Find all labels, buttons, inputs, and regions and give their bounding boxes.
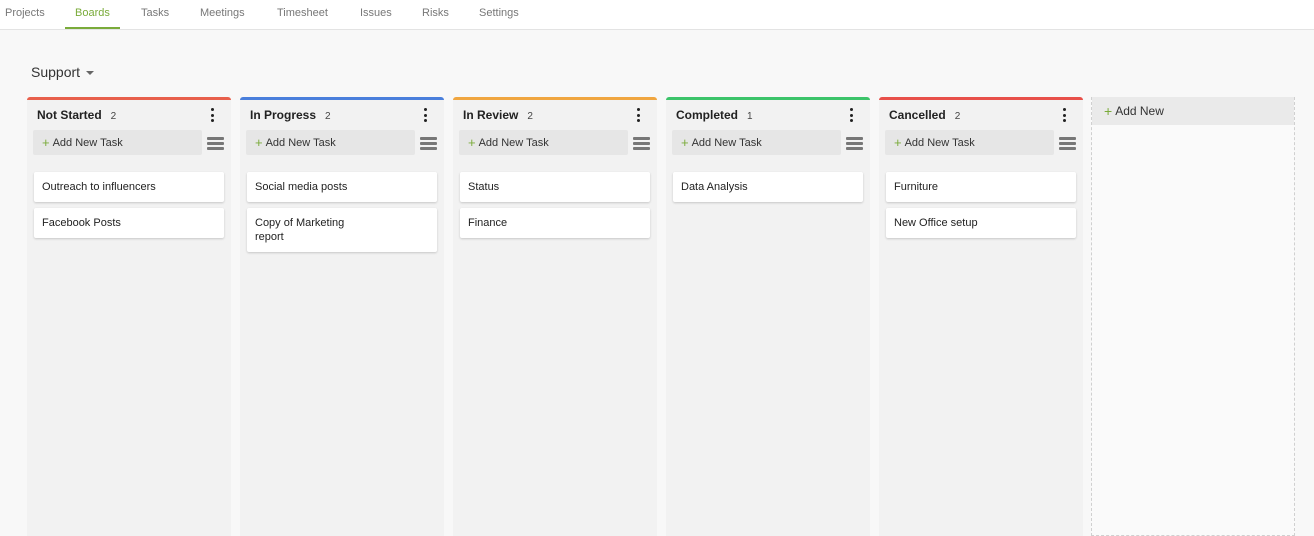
list-view-icon[interactable]: [207, 137, 224, 150]
add-task-button[interactable]: + Add New Task: [33, 130, 202, 155]
plus-icon: +: [42, 135, 50, 150]
top-nav: Projects Boards Tasks Meetings Timesheet…: [0, 0, 1314, 30]
list-view-icon[interactable]: [633, 137, 650, 150]
add-new-column-button[interactable]: + Add New: [1092, 97, 1294, 125]
add-task-button[interactable]: + Add New Task: [459, 130, 628, 155]
task-card[interactable]: Social media posts: [247, 172, 437, 202]
list-view-icon[interactable]: [420, 137, 437, 150]
add-task-button[interactable]: + Add New Task: [885, 130, 1054, 155]
add-task-label: Add New Task: [265, 136, 336, 149]
task-card[interactable]: Facebook Posts: [34, 208, 224, 238]
column-count: 1: [747, 110, 753, 122]
column-title: In Review: [463, 108, 519, 122]
tab-settings[interactable]: Settings: [479, 0, 519, 29]
column-in-progress: In Progress 2 + Add New Task Social medi…: [240, 97, 444, 536]
column-header: Cancelled 2: [889, 106, 1075, 124]
add-task-label: Add New Task: [478, 136, 549, 149]
column-count: 2: [954, 110, 961, 122]
task-card[interactable]: Copy of Marketing report: [247, 208, 437, 252]
add-task-button[interactable]: + Add New Task: [672, 130, 841, 155]
task-card[interactable]: Data Analysis: [673, 172, 863, 202]
column-title: In Progress: [250, 108, 317, 122]
add-task-label: Add New Task: [691, 136, 762, 149]
column-header: In Progress 2: [250, 106, 436, 124]
column-title: Completed: [676, 108, 739, 122]
add-task-button[interactable]: + Add New Task: [246, 130, 415, 155]
tab-boards[interactable]: Boards: [65, 0, 120, 29]
plus-icon: +: [255, 135, 263, 150]
column-count: 2: [325, 110, 331, 122]
column-completed: Completed 1 + Add New Task Data Analysis: [666, 97, 870, 536]
task-card[interactable]: Furniture: [886, 172, 1076, 202]
list-view-icon[interactable]: [1059, 137, 1076, 150]
plus-icon: +: [1104, 103, 1113, 119]
column-in-review: In Review 2 + Add New Task Status Financ…: [453, 97, 657, 536]
task-card[interactable]: Status: [460, 172, 650, 202]
kebab-menu-icon[interactable]: [209, 108, 215, 122]
tab-timesheet[interactable]: Timesheet: [277, 0, 328, 29]
kebab-menu-icon[interactable]: [635, 108, 641, 122]
tab-risks[interactable]: Risks: [422, 0, 449, 29]
kebab-menu-icon[interactable]: [848, 108, 854, 122]
task-card[interactable]: New Office setup: [886, 208, 1076, 238]
task-card[interactable]: Outreach to influencers: [34, 172, 224, 202]
add-new-label: Add New: [1115, 104, 1164, 118]
column-cancelled: Cancelled 2 + Add New Task Furniture New…: [879, 97, 1083, 536]
column-count: 2: [527, 110, 533, 122]
board-title: Support: [31, 64, 81, 80]
task-card[interactable]: Finance: [460, 208, 650, 238]
tab-tasks[interactable]: Tasks: [141, 0, 169, 29]
add-task-label: Add New Task: [904, 136, 975, 149]
column-title: Not Started: [37, 108, 102, 122]
column-header: In Review 2: [463, 106, 649, 124]
add-new-column: + Add New: [1091, 97, 1295, 536]
column-count: 2: [110, 110, 117, 122]
kebab-menu-icon[interactable]: [422, 108, 428, 122]
plus-icon: +: [894, 135, 902, 150]
chevron-down-icon: [86, 71, 95, 75]
board-selector[interactable]: Support: [31, 63, 95, 81]
tab-meetings[interactable]: Meetings: [200, 0, 245, 29]
tab-issues[interactable]: Issues: [360, 0, 392, 29]
column-header: Completed 1: [676, 106, 862, 124]
kebab-menu-icon[interactable]: [1061, 108, 1067, 122]
list-view-icon[interactable]: [846, 137, 863, 150]
column-not-started: Not Started 2 + Add New Task Outreach to…: [27, 97, 231, 536]
plus-icon: +: [468, 135, 476, 150]
plus-icon: +: [681, 135, 689, 150]
column-header: Not Started 2: [37, 106, 223, 124]
column-title: Cancelled: [889, 108, 946, 122]
add-task-label: Add New Task: [52, 136, 123, 149]
tab-projects[interactable]: Projects: [5, 0, 45, 29]
